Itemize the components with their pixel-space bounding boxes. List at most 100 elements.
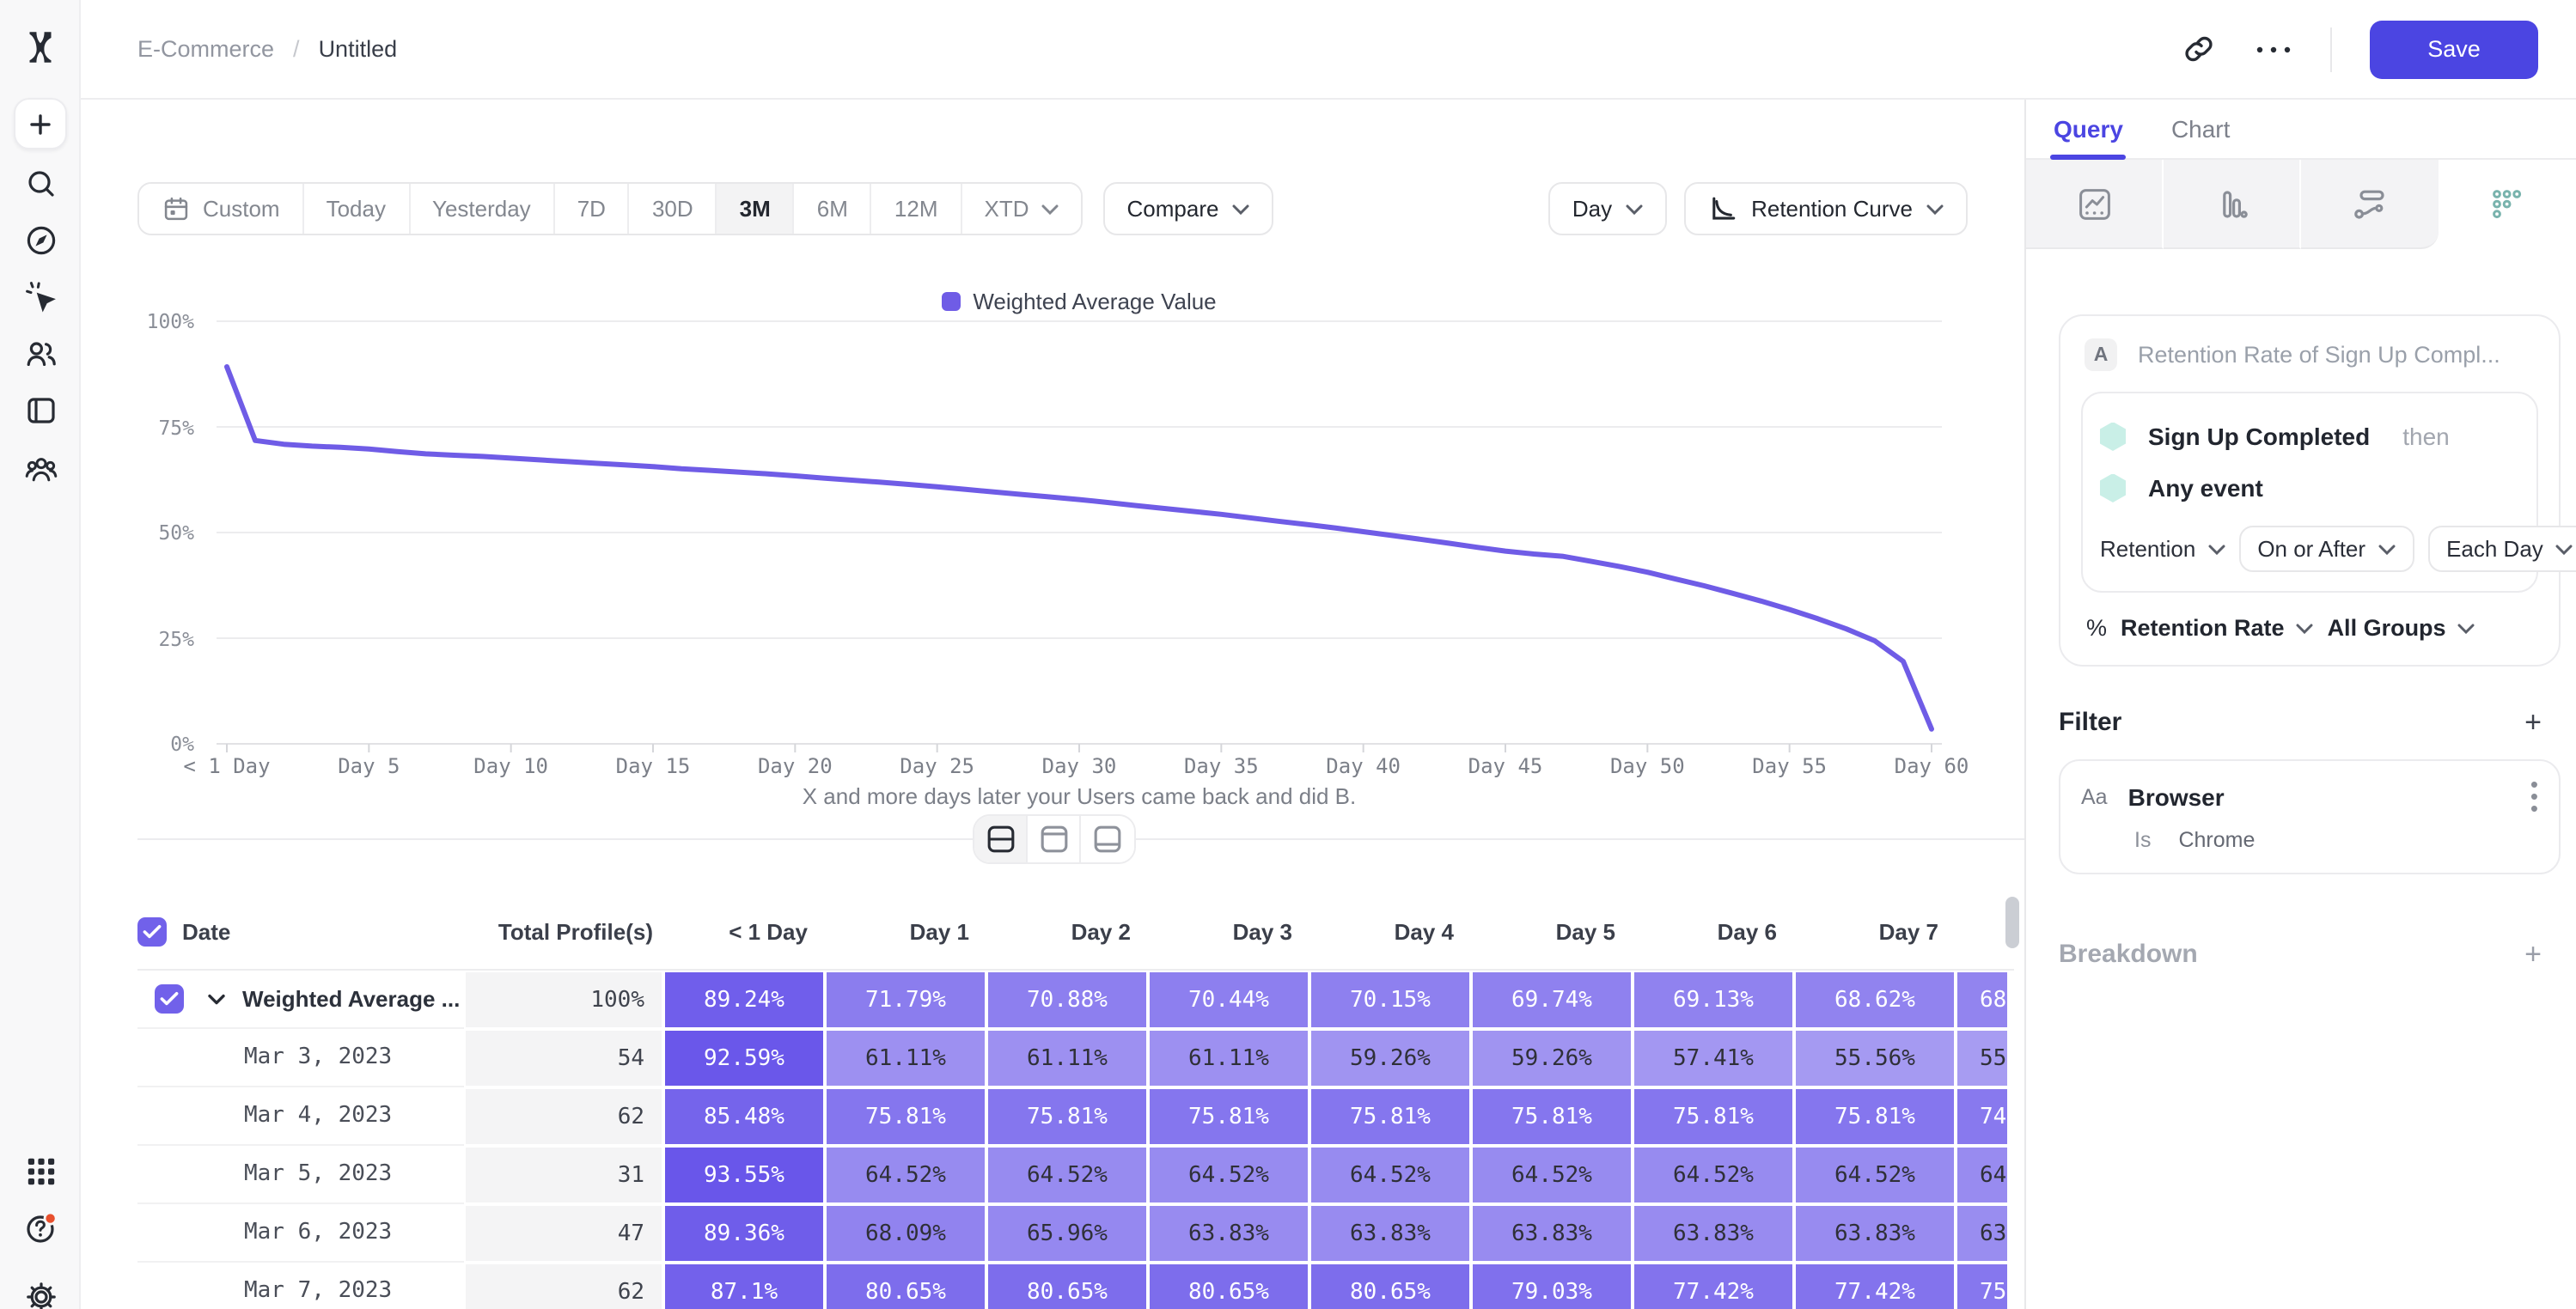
each-day-dropdown[interactable]: Each Day (2427, 526, 2576, 572)
sidebar-item-search[interactable] (0, 167, 81, 204)
group-dropdown[interactable]: All Groups (2328, 615, 2475, 641)
analysis-tab-bar-chart[interactable] (2164, 160, 2301, 249)
column-header[interactable]: Day 3 (1148, 919, 1309, 945)
compare-button[interactable]: Compare (1103, 182, 1274, 235)
column-header[interactable]: Day 2 (986, 919, 1148, 945)
sidebar-item-library[interactable] (0, 393, 81, 431)
retention-mode-dropdown[interactable]: Retention (2100, 536, 2225, 562)
retention-value-cell: 89.36% (663, 1204, 825, 1263)
filter-card[interactable]: Aa Browser ••• Is Chrome (2059, 759, 2561, 875)
range-today[interactable]: Today (304, 184, 410, 234)
event-hexagon-icon (2100, 473, 2126, 502)
top-bar: E-Commerce / Untitled Save (81, 0, 2576, 100)
new-report-button[interactable] (14, 98, 67, 149)
chevron-down-icon (2555, 544, 2573, 554)
query-step-first-event[interactable]: Sign Up Completed then (2100, 411, 2519, 462)
table-row-average: Weighted Average ...100%89.24%71.79%70.8… (137, 971, 2014, 1029)
x-tick-label: Day 60 (1895, 754, 1969, 778)
on-or-after-dropdown[interactable]: On or After (2238, 526, 2414, 572)
kebab-menu-icon[interactable]: ••• (2530, 778, 2538, 815)
retention-value-cell: 64.52% (1794, 1146, 1956, 1204)
layout-chart-top-button[interactable] (1028, 816, 1081, 862)
range-6m[interactable]: 6M (795, 184, 872, 234)
row-checkbox[interactable] (155, 984, 184, 1014)
more-menu-button[interactable] (2255, 44, 2292, 54)
chart-type-dropdown[interactable]: Retention Curve (1684, 182, 1968, 235)
retention-value-cell: 85.48% (663, 1087, 825, 1146)
filter-operator[interactable]: Is (2134, 829, 2151, 853)
retention-value-cell: 75.81% (1794, 1087, 1956, 1146)
filter-value[interactable]: Chrome (2178, 829, 2255, 853)
table-scrollbar-thumb[interactable] (2005, 897, 2019, 948)
layout-split-button[interactable] (974, 816, 1028, 862)
sidebar-item-events[interactable] (0, 280, 81, 318)
retention-curve-icon (1708, 194, 1737, 223)
layout-table-bottom-button[interactable] (1081, 816, 1134, 862)
range-12m[interactable]: 12M (872, 184, 962, 234)
column-header[interactable]: Day 5 (1471, 919, 1633, 945)
sidebar-item-cohorts[interactable] (0, 452, 81, 490)
granularity-dropdown[interactable]: Day (1548, 182, 1667, 235)
retention-value-cell: 61.11% (825, 1029, 986, 1087)
range-xtd[interactable]: XTD (962, 184, 1081, 234)
add-breakdown-button[interactable]: + (2524, 941, 2542, 970)
retention-curve-chart (206, 307, 1952, 782)
app-logo-icon (19, 26, 62, 69)
breadcrumb-separator: / (293, 36, 300, 62)
analysis-tab-retention[interactable] (2439, 160, 2576, 249)
analysis-tab-flow[interactable] (2301, 160, 2439, 249)
range-custom[interactable]: Custom (139, 184, 304, 234)
breadcrumb-workspace[interactable]: E-Commerce (137, 36, 274, 62)
column-header[interactable]: Total Profile(s) (464, 919, 663, 945)
sidebar-item-profiles[interactable] (0, 337, 81, 374)
sidebar-item-apps[interactable] (0, 1154, 81, 1189)
measure-dropdown[interactable]: Retention Rate (2121, 615, 2314, 641)
query-title[interactable]: Retention Rate of Sign Up Compl... (2138, 342, 2500, 368)
total-profiles-cell: 31 (464, 1146, 663, 1204)
column-header[interactable]: Date (137, 917, 464, 947)
column-header[interactable]: Day 4 (1309, 919, 1471, 945)
range-30d[interactable]: 30D (630, 184, 717, 234)
column-header[interactable]: Day 1 (825, 919, 986, 945)
add-filter-button[interactable]: + (2524, 708, 2542, 737)
retention-value-cell: 75.81% (1633, 1087, 1794, 1146)
range-3m[interactable]: 3M (717, 184, 795, 234)
x-tick-label: Day 20 (758, 754, 833, 778)
share-link-button[interactable] (2181, 31, 2217, 67)
retention-value-cell: 75.81% (1309, 1087, 1471, 1146)
retention-value-cell: 93.55% (663, 1146, 825, 1204)
x-tick-label: Day 5 (338, 754, 400, 778)
sidebar-item-settings[interactable] (0, 1280, 81, 1309)
sidebar-item-help[interactable] (0, 1209, 81, 1247)
column-header[interactable]: Day 6 (1633, 919, 1794, 945)
tab-query[interactable]: Query (2054, 100, 2123, 158)
chevron-down-icon (2378, 544, 2395, 554)
x-tick-label: Day 30 (1042, 754, 1117, 778)
tab-chart[interactable]: Chart (2171, 100, 2230, 158)
range-7d[interactable]: 7D (555, 184, 630, 234)
retention-value-cell: 64.52% (1633, 1146, 1794, 1204)
analysis-tab-line-chart[interactable] (2026, 160, 2164, 249)
y-tick-label: 25% (112, 626, 194, 650)
column-header[interactable]: Day 7 (1794, 919, 1956, 945)
save-button[interactable]: Save (2370, 20, 2538, 78)
chevron-down-icon (1041, 204, 1059, 214)
query-step-return-event[interactable]: Any event (2100, 462, 2519, 514)
chevron-down-icon (2458, 623, 2475, 633)
retention-curve-line (227, 367, 1932, 729)
main-content: Custom Today Yesterday 7D 30D 3M 6M 12M … (81, 100, 2024, 1309)
breadcrumb-report-title[interactable]: Untitled (319, 36, 398, 62)
x-tick-label: Day 15 (616, 754, 691, 778)
expand-chevron-icon[interactable] (206, 992, 227, 1006)
chevron-down-icon (2297, 623, 2314, 633)
sidebar-item-explore[interactable] (0, 223, 81, 261)
x-tick-label: Day 50 (1610, 754, 1685, 778)
flow-icon (2351, 185, 2389, 222)
range-yesterday[interactable]: Yesterday (410, 184, 555, 234)
column-header[interactable]: < 1 Day (663, 919, 825, 945)
retention-value-cell: 70.44% (1148, 971, 1309, 1029)
retention-value-cell: 80.65% (825, 1263, 986, 1309)
y-tick-label: 75% (112, 415, 194, 439)
retention-value-cell-clipped: 74 (1956, 1087, 2009, 1146)
row-checkbox[interactable] (137, 917, 167, 947)
